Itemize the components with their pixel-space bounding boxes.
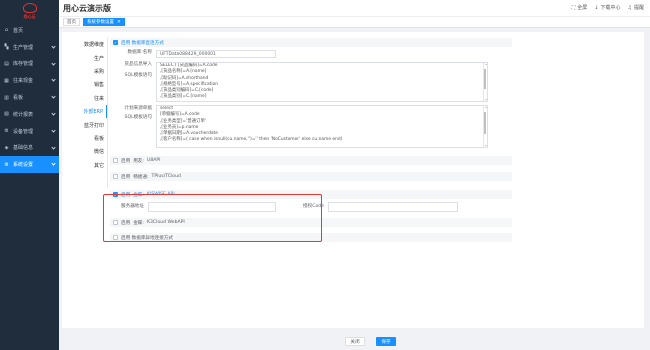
settings-menu-item[interactable]: 蓝牙打印 <box>62 118 107 131</box>
settings-menu-item[interactable]: 看板 <box>62 132 107 145</box>
sidebar-item-1[interactable]: ▚ 生产管理 <box>0 39 59 56</box>
vendor-label: 用友: <box>133 158 144 164</box>
tab-system-params[interactable]: 系统参数设置 ✕ <box>83 18 125 26</box>
header-actions: ⛶ 全屏 ↓ 下载中心 ♫ 提醒 <box>571 4 645 12</box>
account-input[interactable]: UFTData088429_000001 <box>156 50 276 58</box>
production-icon: ▚ <box>4 44 9 51</box>
logo: 用心云 <box>0 0 59 22</box>
scrollbar-thumb[interactable] <box>483 69 487 89</box>
settings-menu-item[interactable]: 生产 <box>62 51 107 64</box>
header-action-label: 下载中心 <box>600 5 621 11</box>
product-label: TPlus/TCloud <box>151 174 181 179</box>
tab-label: 系统参数设置 <box>87 20 114 25</box>
sidebar-item-6[interactable]: ⚙ 设备管理 <box>0 123 59 140</box>
product-label: U8API <box>146 158 161 163</box>
cash-icon: ▦ <box>4 77 9 84</box>
sidebar-item-3[interactable]: ▦ 往来现金 <box>0 72 59 89</box>
sql-line: ,[客户名称]=( case when isnull(cu.name,'')='… <box>160 137 343 143</box>
import-sql-label: 货品信息导入 SQL模板语句 <box>110 62 156 79</box>
close-button[interactable]: 关闭 <box>345 337 365 346</box>
settings-menu-item[interactable]: 采购 <box>62 65 107 78</box>
plan-sql-textarea[interactable]: select [单据编号]=A.code ,[业务类型]='普通订单' ,[业务员]… <box>156 105 488 148</box>
bell-icon: ♫ <box>627 4 632 11</box>
settings-menu-item[interactable]: 微信 <box>62 145 107 158</box>
chanjet-header[interactable]: 启用 畅捷通: TPlus/TCloud <box>110 172 512 181</box>
report-icon: ▧ <box>4 111 9 118</box>
settings-menu-item[interactable]: 往来 <box>62 92 107 105</box>
header-action-label: 全屏 <box>577 5 588 11</box>
menu-divider <box>107 38 108 188</box>
sidebar-item-5[interactable]: ▧ 统计报表 <box>0 106 59 123</box>
sidebar-item-0[interactable]: ⌂ 首页 <box>0 22 59 39</box>
db-mode-header[interactable]: ✓ 启用 数据库直连方式 <box>110 38 512 47</box>
logo-text: 用心云 <box>23 13 36 19</box>
app-title: 用心云演示版 <box>63 3 111 13</box>
basic-info-icon: ◈ <box>4 144 9 151</box>
header: 用心云演示版 ⛶ 全屏 ↓ 下载中心 ♫ 提醒 <box>59 0 650 16</box>
highlight-box <box>103 194 322 242</box>
db-mode-label: 启用 数据库直连方式 <box>121 40 164 46</box>
sidebar-item-7[interactable]: ◈ 基础信息 <box>0 140 59 157</box>
download-icon: ↓ <box>594 4 599 11</box>
scrollbar-thumb[interactable] <box>483 112 487 134</box>
sidebar-item-2[interactable]: ▤ 库存管理 <box>0 56 59 73</box>
auth-code-input[interactable] <box>328 202 458 212</box>
db-mode-checkbox[interactable]: ✓ <box>113 40 118 45</box>
scrollbar[interactable] <box>483 63 487 101</box>
tab-label: 首页 <box>67 20 76 25</box>
tab-home[interactable]: 首页 <box>63 18 80 26</box>
tabs-bar: 首页 系统参数设置 ✕ <box>59 16 650 28</box>
plan-sql-label-line1: 计划来源单据 <box>124 106 152 111</box>
settings-menu-item[interactable]: 其它 <box>62 159 107 172</box>
settings-menu-item[interactable]: 数据维度 <box>62 38 107 51</box>
settings-menu: 数据维度 生产 采购 销售 往来 外部ERP 蓝牙打印 看板 微信 其它 <box>62 38 107 172</box>
sidebar: 用心云 ⌂ 首页 ▚ 生产管理 ▤ 库存管理 ▦ 往来现金 ▥ 看板 ▧ 统计报表 ⚙ 设备管理 ◈ 基础信息… <box>0 0 59 350</box>
home-icon: ⌂ <box>4 27 9 34</box>
sql-line: ,[货品类别]=C.[name] <box>160 94 207 100</box>
settings-menu-item[interactable]: 外部ERP <box>62 104 107 119</box>
save-button[interactable]: 保存 <box>376 337 396 346</box>
header-action-0[interactable]: ⛶ 全屏 <box>571 4 588 12</box>
plan-sql-label: 计划来源单据 SQL模板语句 <box>110 105 156 121</box>
yonyou-u8-header[interactable]: 启用 用友: U8API <box>110 156 512 165</box>
import-sql-label-line2: SQL模板语句 <box>124 73 152 78</box>
sidebar-item-4[interactable]: ▥ 看板 <box>0 89 59 106</box>
header-action-2[interactable]: ♫ 提醒 <box>627 4 645 12</box>
import-sql-textarea[interactable]: SELECT [货品编码]=A.code ,[货品名称]=A.[name] ,[助记… <box>156 62 488 102</box>
enable-label: 启用 <box>121 158 131 164</box>
yonyou-u8-checkbox[interactable] <box>113 158 118 163</box>
settings-icon: ⚙ <box>4 161 9 168</box>
plan-sql-label-line2: SQL模板语句 <box>124 115 152 120</box>
footer-buttons: 关闭 保存 <box>345 337 396 346</box>
import-sql-label-line1: 货品信息导入 <box>124 62 152 67</box>
vendor-label: 畅捷通: <box>133 174 149 180</box>
fullscreen-icon: ⛶ <box>571 4 576 11</box>
dashboard-icon: ▥ <box>4 94 9 101</box>
settings-menu-item[interactable]: 销售 <box>62 78 107 91</box>
logo-mark <box>22 2 37 13</box>
chanjet-checkbox[interactable] <box>113 174 118 179</box>
sidebar-item-label: 首页 <box>13 27 24 34</box>
close-icon[interactable]: ✕ <box>117 20 121 25</box>
enable-label: 启用 <box>121 174 131 180</box>
header-action-1[interactable]: ↓ 下载中心 <box>594 4 621 12</box>
settings-panel: 数据维度 生产 采购 销售 往来 外部ERP 蓝牙打印 看板 微信 其它 ✓ 启用 数据库直连方式… <box>62 32 644 328</box>
scrollbar[interactable] <box>483 106 487 147</box>
sidebar-item-8[interactable]: ⚙ 系统设置 <box>0 156 59 174</box>
inventory-icon: ▤ <box>4 60 9 67</box>
account-label: 数据库:名称 <box>127 50 152 55</box>
header-action-label: 提醒 <box>633 5 644 11</box>
device-icon: ⚙ <box>4 128 9 135</box>
